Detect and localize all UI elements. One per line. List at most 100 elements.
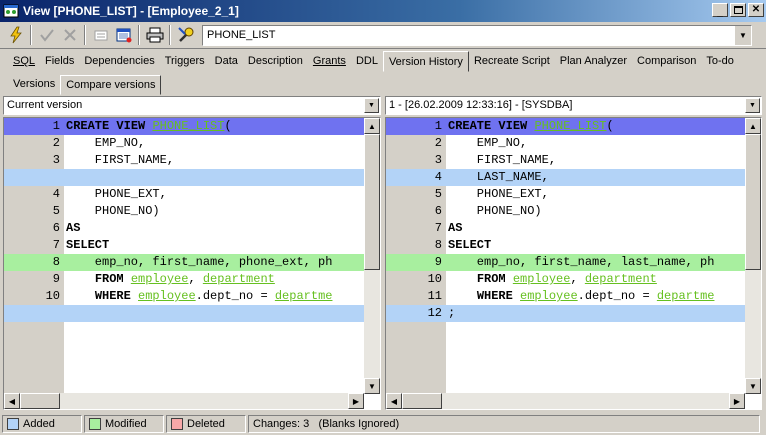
scroll-thumb[interactable] <box>364 134 380 270</box>
arrow-up-icon: ▲ <box>749 121 757 131</box>
code-line[interactable]: 6 PHONE_NO) <box>386 203 745 220</box>
tab-description[interactable]: Description <box>243 51 308 72</box>
code-text: AS <box>66 221 81 235</box>
scroll-thumb[interactable] <box>20 393 60 409</box>
properties-button[interactable] <box>89 24 112 46</box>
tab-label: Versions <box>13 78 56 90</box>
code-line[interactable] <box>4 305 364 322</box>
code-line[interactable]: 10 FROM employee, department <box>386 271 745 288</box>
calendar-button[interactable] <box>112 24 135 46</box>
scroll-down-button[interactable]: ▼ <box>745 378 761 394</box>
tab-dependencies[interactable]: Dependencies <box>79 51 159 72</box>
right-version-value: 1 - [26.02.2009 12:33:16] - [SYSDBA] <box>389 99 573 111</box>
close-button[interactable]: ✕ <box>748 3 764 17</box>
line-number: 2 <box>52 136 60 150</box>
line-number: 9 <box>52 272 60 286</box>
code-line[interactable]: 4 PHONE_EXT, <box>4 186 364 203</box>
code-line[interactable] <box>4 169 364 186</box>
code-text: WHERE employee.dept_no = departme <box>94 289 333 303</box>
left-code-pane[interactable]: 1 CREATE VIEW PHONE_LIST(2 EMP_NO, 3 FIRST… <box>3 117 381 410</box>
legend-label: Added <box>23 418 55 430</box>
code-text: emp_no, first_name, phone_ext, ph <box>66 255 333 269</box>
changes-count: Changes: 3 <box>253 418 310 430</box>
compile-button[interactable] <box>4 24 27 46</box>
window-title: View [PHONE_LIST] - [Employee_2_1] <box>23 4 239 18</box>
code-line[interactable]: 8 emp_no, first_name, phone_ext, ph <box>4 254 364 271</box>
right-version-select[interactable]: 1 - [26.02.2009 12:33:16] - [SYSDBA] ▼ <box>385 96 762 115</box>
scroll-down-button[interactable]: ▼ <box>364 378 380 394</box>
code-line[interactable]: 2 EMP_NO, <box>386 135 745 152</box>
scroll-thumb[interactable] <box>745 134 761 270</box>
code-text: SELECT <box>448 238 492 252</box>
code-line[interactable]: 1 CREATE VIEW PHONE_LIST( <box>386 118 745 135</box>
tab-versions[interactable]: Versions <box>8 75 60 95</box>
chevron-down-icon: ▼ <box>368 102 375 109</box>
line-number: 1 <box>52 119 60 133</box>
print-button[interactable] <box>143 24 166 46</box>
code-line[interactable]: 7 AS <box>386 220 745 237</box>
scroll-up-button[interactable]: ▲ <box>364 118 380 134</box>
code-line[interactable]: 9 emp_no, first_name, last_name, ph <box>386 254 745 271</box>
title-bar[interactable]: View [PHONE_LIST] - [Employee_2_1] _ ✕ <box>0 0 766 22</box>
code-line[interactable]: 3 FIRST_NAME, <box>4 152 364 169</box>
code-line[interactable]: 4 LAST_NAME, <box>386 169 745 186</box>
wrench-icon <box>177 27 193 42</box>
tab-triggers[interactable]: Triggers <box>160 51 210 72</box>
code-line[interactable]: 8 SELECT <box>386 237 745 254</box>
tab-grants[interactable]: Grants <box>308 51 351 72</box>
view-icon <box>3 4 19 18</box>
tab-compare-versions[interactable]: Compare versions <box>60 75 162 95</box>
code-line[interactable]: 5 PHONE_EXT, <box>386 186 745 203</box>
tab-recreate-script[interactable]: Recreate Script <box>469 51 555 72</box>
code-line[interactable]: 12; <box>386 305 745 322</box>
tab-data[interactable]: Data <box>210 51 243 72</box>
code-line[interactable]: 10 WHERE employee.dept_no = departme <box>4 288 364 305</box>
code-line[interactable]: 11 WHERE employee.dept_no = departme <box>386 288 745 305</box>
tab-label: Recreate Script <box>473 55 550 67</box>
tools-button[interactable] <box>174 24 197 46</box>
tab-ddl[interactable]: DDL <box>351 51 383 72</box>
scroll-right-button[interactable]: ▶ <box>348 393 364 409</box>
legend-label: Modified <box>105 418 147 430</box>
list-icon <box>94 30 107 41</box>
code-line[interactable]: 9 FROM employee, department <box>4 271 364 288</box>
deleted-swatch <box>171 418 183 430</box>
cross-icon <box>63 29 76 41</box>
code-line[interactable]: 2 EMP_NO, <box>4 135 364 152</box>
tab-plan-analyzer[interactable]: Plan Analyzer <box>555 51 632 72</box>
tab-label: Description <box>247 55 303 67</box>
tab-comparison[interactable]: Comparison <box>632 51 701 72</box>
maximize-button[interactable] <box>730 3 746 17</box>
rollback-button[interactable] <box>58 24 81 46</box>
vertical-scrollbar[interactable]: ▲ ▼ <box>745 118 761 394</box>
code-line[interactable]: 3 FIRST_NAME, <box>386 152 745 169</box>
left-version-dropdown-button[interactable]: ▼ <box>364 98 379 113</box>
tab-fields[interactable]: Fields <box>40 51 79 72</box>
tab-todo[interactable]: To-do <box>701 51 739 72</box>
legend-label: Deleted <box>187 418 225 430</box>
tab-label: Plan Analyzer <box>559 55 628 67</box>
left-version-select[interactable]: Current version ▼ <box>3 96 381 115</box>
object-name-combo[interactable]: PHONE_LIST ▼ <box>202 25 752 46</box>
code-line[interactable]: 7 SELECT <box>4 237 364 254</box>
scroll-right-button[interactable]: ▶ <box>729 393 745 409</box>
scroll-up-button[interactable]: ▲ <box>745 118 761 134</box>
scroll-left-button[interactable]: ◀ <box>4 393 20 409</box>
tab-version-history[interactable]: Version History <box>382 51 469 72</box>
code-line[interactable]: 1 CREATE VIEW PHONE_LIST( <box>4 118 364 135</box>
object-name-dropdown-button[interactable]: ▼ <box>735 26 751 45</box>
horizontal-scrollbar[interactable]: ◀ ▶ <box>4 393 364 409</box>
line-number: 3 <box>52 153 60 167</box>
horizontal-scrollbar[interactable]: ◀ ▶ <box>386 393 745 409</box>
code-line[interactable]: 5 PHONE_NO) <box>4 203 364 220</box>
tab-sql[interactable]: SQL <box>8 51 40 72</box>
code-line[interactable]: 6 AS <box>4 220 364 237</box>
scroll-thumb[interactable] <box>402 393 442 409</box>
right-version-dropdown-button[interactable]: ▼ <box>745 98 760 113</box>
right-code-pane[interactable]: 1 CREATE VIEW PHONE_LIST(2 EMP_NO, 3 FIRST… <box>385 117 762 410</box>
arrow-left-icon: ◀ <box>390 396 398 406</box>
minimize-button[interactable]: _ <box>712 3 728 18</box>
scroll-left-button[interactable]: ◀ <box>386 393 402 409</box>
commit-button[interactable] <box>35 24 58 46</box>
vertical-scrollbar[interactable]: ▲ ▼ <box>364 118 380 394</box>
